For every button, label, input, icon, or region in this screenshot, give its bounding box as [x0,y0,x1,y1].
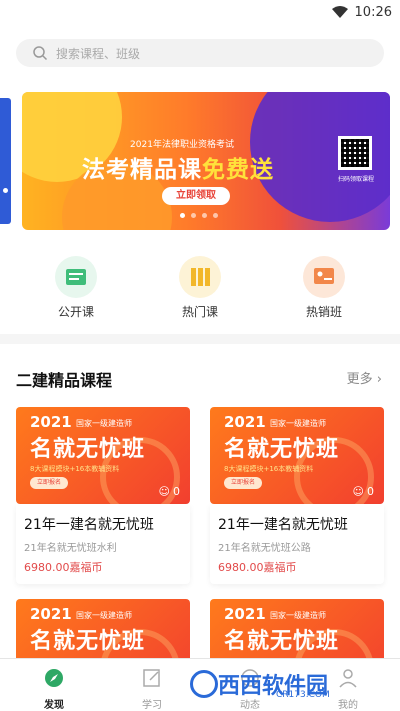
search-bar[interactable]: 搜索课程、班级 [16,39,384,67]
edit-icon [143,669,160,687]
viewer-count: ☺ 0 [158,485,180,498]
quick-link-bestseller[interactable]: 热销班 [284,256,364,320]
qr-code [338,136,372,170]
search-icon [33,46,48,61]
quick-link-open-class[interactable]: 公开课 [36,256,116,320]
compass-icon [45,669,63,687]
user-icon: ☺ [158,485,170,498]
carousel-dot[interactable] [180,213,185,218]
quick-link-label: 热门课 [181,305,218,319]
section-title: 二建精品课程 [16,371,113,390]
qr-caption: 扫码领取课程 [337,176,374,183]
hot-course-icon [191,268,210,286]
quick-links: 公开课 热门课 热销班 [0,256,400,326]
course-card[interactable]: 2021 国家一级建造师 名就无忧班 8大课程模块+16本教辅资料 立即报名 ☺… [16,407,190,575]
section-divider [0,334,400,344]
status-bar: 10:26 [0,0,400,24]
course-card[interactable]: 2021 国家一级建造师 名就无忧班 8大课程模块+16本教辅资料 立即报名 ☺… [210,407,384,575]
side-drawer-tab[interactable] [0,98,11,224]
carousel-dot[interactable] [202,213,207,218]
banner-headline: 法考精品课免费送 [82,157,274,183]
banner-cta-button[interactable]: 立即领取 [162,187,230,205]
chevron-right-icon: › [376,372,382,387]
more-link[interactable]: 更多 › [347,368,382,387]
quick-link-label: 热销班 [305,305,342,319]
open-class-icon [66,269,86,285]
status-time: 10:26 [354,5,392,20]
course-thumbnail: 2021 国家一级建造师 名就无忧班 8大课程模块+16本教辅资料 立即报名 ☺… [210,407,384,504]
user-icon: ☺ [352,485,364,498]
promo-banner[interactable]: 2021年法律职业资格考试 法考精品课免费送 立即领取 扫码领取课程 [22,92,390,230]
watermark: 西西软件园 CR173.COM [190,664,395,704]
banner-subtitle: 2021年法律职业资格考试 [130,140,234,150]
quick-link-label: 公开课 [57,305,94,319]
bestseller-class-icon [314,268,334,284]
search-placeholder: 搜索课程、班级 [56,47,141,61]
wifi-icon [332,6,348,18]
watermark-logo [190,670,218,698]
carousel-dot[interactable] [191,213,196,218]
quick-link-hot-course[interactable]: 热门课 [160,256,240,320]
viewer-count: ☺ 0 [352,485,374,498]
course-thumbnail: 2021 国家一级建造师 名就无忧班 8大课程模块+16本教辅资料 立即报名 ☺… [16,407,190,504]
carousel-indicator [180,213,218,218]
tab-discover[interactable]: 发现 [24,667,84,711]
carousel-dot[interactable] [213,213,218,218]
tab-study[interactable]: 学习 [122,667,182,711]
